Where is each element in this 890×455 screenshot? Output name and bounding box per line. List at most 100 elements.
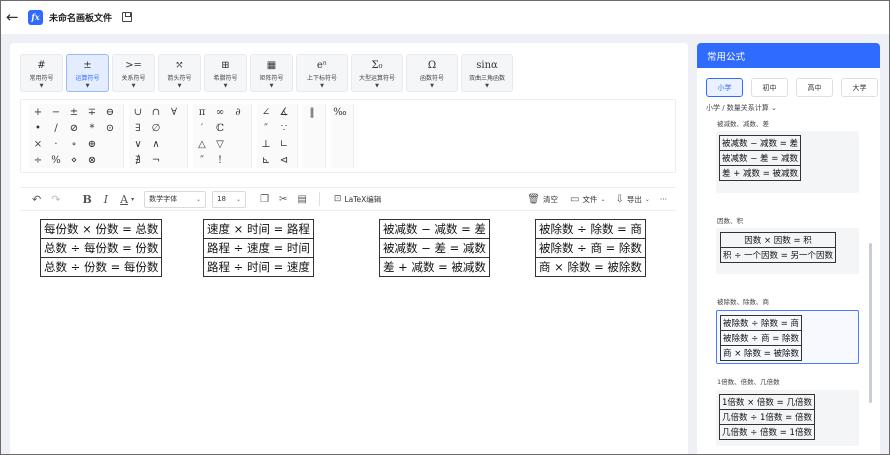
formula-row[interactable]: 被除数 ÷ 商 = 除数 [535, 238, 646, 258]
symbol-button[interactable]: ∡ [275, 104, 293, 120]
symbol-button[interactable]: ⊕ [83, 136, 101, 152]
symbol-button[interactable]: ∄ [129, 152, 147, 168]
document-title[interactable]: 未命名画板文件 [49, 11, 112, 24]
symbol-button[interactable]: ∪ [129, 104, 147, 120]
redo-icon[interactable]: ↷ [51, 193, 60, 206]
formula-card[interactable]: 因数 × 因数 = 积积 ÷ 一个因数 = 另一个因数 [716, 228, 859, 274]
font-size-select[interactable]: 18 ⌄ [212, 190, 247, 208]
symbol-tab[interactable]: Ω 函数符号 ▼ [406, 54, 458, 92]
formula-card[interactable]: 被除数 ÷ 除数 = 商被除数 ÷ 商 = 除数商 × 除数 = 被除数 [716, 310, 859, 364]
symbol-button[interactable]: ℂ [211, 120, 229, 136]
symbol-button[interactable]: ″ [257, 120, 275, 136]
grade-tab[interactable]: 小学 [706, 78, 743, 97]
italic-button[interactable]: I [104, 193, 108, 206]
symbol-button[interactable]: ∘ [65, 136, 83, 152]
formula-row[interactable]: 总数 ÷ 份数 = 每份数 [39, 257, 163, 277]
symbol-button[interactable]: ∓ [83, 104, 101, 120]
symbol-button[interactable]: π [193, 104, 211, 120]
category-breadcrumb[interactable]: 小学 / 数量关系计算 ⌄ [706, 103, 777, 113]
formula-row[interactable]: 差 + 减数 = 被减数 [379, 257, 490, 277]
undo-icon[interactable]: ↶ [32, 193, 41, 206]
symbol-button[interactable]: * [83, 120, 101, 136]
symbol-button[interactable]: ! [211, 152, 229, 168]
formula-table[interactable]: 被除数 ÷ 除数 = 商被除数 ÷ 商 = 除数商 × 除数 = 被除数 [535, 219, 646, 277]
chevron-down-icon[interactable]: ⌄ [600, 196, 605, 203]
symbol-button[interactable]: ∨ [129, 136, 147, 152]
symbol-button[interactable]: ⊖ [101, 104, 119, 120]
symbol-button[interactable]: ∀ [165, 104, 183, 120]
formula-row[interactable]: 路程 ÷ 速度 = 时间 [203, 238, 314, 258]
symbol-button[interactable]: ∂ [229, 104, 247, 120]
file-menu-button[interactable]: 文件 [582, 194, 597, 205]
formula-card[interactable]: 被减数 − 减数 = 差被减数 − 差 = 减数差 + 减数 = 被减数 [716, 131, 859, 193]
symbol-tab[interactable]: ⤲ 箭头符号 ▼ [158, 54, 201, 92]
grade-tab[interactable]: 高中 [796, 78, 833, 97]
symbol-button[interactable]: △ [193, 136, 211, 152]
symbol-tab[interactable]: sinα 双曲三角函数 ▼ [461, 54, 513, 92]
formula-row[interactable]: 速度 × 时间 = 路程 [203, 219, 314, 239]
paste-icon[interactable]: ▤ [297, 194, 306, 205]
symbol-button[interactable]: ▽ [211, 136, 229, 152]
bold-button[interactable]: B [82, 193, 91, 206]
symbol-button[interactable]: ∃ [129, 120, 147, 136]
symbol-tab[interactable]: >= 关系符号 ▼ [112, 54, 155, 92]
symbol-button[interactable]: · [47, 136, 65, 152]
formula-row[interactable]: 每份数 × 份数 = 总数 [39, 219, 163, 239]
formula-table[interactable]: 速度 × 时间 = 路程 路程 ÷ 速度 = 时间 路程 ÷ 时间 = 速度 [203, 219, 314, 277]
latex-edit-button[interactable]: LaTeX编辑 [344, 194, 381, 205]
grade-tab[interactable]: 初中 [751, 78, 788, 97]
export-icon[interactable]: ⇩ [615, 194, 623, 205]
text-color-button[interactable]: A [120, 193, 128, 206]
symbol-button[interactable]: ¬ [147, 152, 165, 168]
chevron-down-icon[interactable]: ⌄ [645, 196, 650, 203]
copy-icon[interactable]: ❐ [260, 194, 269, 205]
symbol-button[interactable]: ‰ [331, 104, 349, 120]
formula-row[interactable]: 总数 ÷ 每份数 = 份数 [39, 238, 163, 258]
symbol-button[interactable]: ∠ [257, 104, 275, 120]
formula-table[interactable]: 被减数 − 减数 = 差被减数 − 差 = 减数差 + 减数 = 被减数 [379, 219, 490, 277]
formula-card[interactable]: 1倍数 × 倍数 = 几倍数 几倍数 ÷ 1倍数 = 倍数 几倍数 ÷ 倍数 = 1… [716, 390, 859, 446]
symbol-button[interactable]: + [29, 104, 47, 120]
formula-canvas[interactable]: 每份数 × 份数 = 总数 总数 ÷ 每份数 = 份数 总数 ÷ 份数 = 每份数速… [20, 213, 676, 451]
symbol-button[interactable]: ∟ [275, 136, 293, 152]
symbol-button[interactable]: / [47, 120, 65, 136]
symbol-button[interactable]: ‖ [303, 104, 321, 120]
symbol-tab[interactable]: # 常用符号 ▼ [20, 54, 63, 92]
symbol-tab[interactable]: ⊞ 希腊符号 ▼ [204, 54, 247, 92]
formula-table[interactable]: 每份数 × 份数 = 总数 总数 ÷ 每份数 = 份数 总数 ÷ 份数 = 每份数 [39, 219, 163, 277]
chevron-down-icon[interactable]: ▾ [131, 196, 134, 203]
cut-icon[interactable]: ✂ [279, 194, 287, 205]
symbol-button[interactable]: ⊗ [83, 152, 101, 168]
symbol-button[interactable]: ′ [193, 120, 211, 136]
symbol-button[interactable]: ÷ [29, 152, 47, 168]
symbol-button[interactable]: − [47, 104, 65, 120]
formula-row[interactable]: 商 × 除数 = 被除数 [535, 257, 646, 277]
trash-icon[interactable]: 🗑 [527, 194, 540, 205]
symbol-button[interactable]: × [29, 136, 47, 152]
symbol-button[interactable]: ″ [193, 152, 211, 168]
symbol-button[interactable]: ∵ [275, 120, 293, 136]
font-family-select[interactable]: 数学字体 ⌄ [144, 190, 207, 208]
symbol-button[interactable]: ⊙ [101, 120, 119, 136]
symbol-button[interactable]: ⋄ [65, 152, 83, 168]
formula-category-list[interactable]: 被减数、减数、差 被减数 − 减数 = 差被减数 − 差 = 减数差 + 减数 =… [697, 116, 880, 455]
latex-icon[interactable]: ⊡ [334, 194, 342, 204]
symbol-button[interactable]: % [47, 152, 65, 168]
clear-button[interactable]: 清空 [543, 194, 558, 205]
more-options-button[interactable]: ··· [660, 195, 667, 204]
symbol-button[interactable]: ± [65, 104, 83, 120]
symbol-button[interactable]: ⊲ [275, 152, 293, 168]
panel-scrollbar[interactable] [869, 243, 872, 403]
symbol-button[interactable]: ∧ [147, 136, 165, 152]
symbol-button[interactable]: ⊾ [257, 152, 275, 168]
back-arrow-icon[interactable]: ← [6, 10, 20, 25]
grade-tab[interactable]: 大学 [841, 78, 878, 97]
export-menu-button[interactable]: 导出 [627, 194, 642, 205]
symbol-button[interactable]: ∅ [147, 120, 165, 136]
symbol-button[interactable]: ∩ [147, 104, 165, 120]
symbol-button[interactable]: ∞ [211, 104, 229, 120]
formula-row[interactable]: 路程 ÷ 时间 = 速度 [203, 257, 314, 277]
symbol-tab[interactable]: ± 运算符号 ▼ [66, 54, 109, 92]
symbol-button[interactable]: • [29, 120, 47, 136]
symbol-button[interactable]: ⊘ [65, 120, 83, 136]
